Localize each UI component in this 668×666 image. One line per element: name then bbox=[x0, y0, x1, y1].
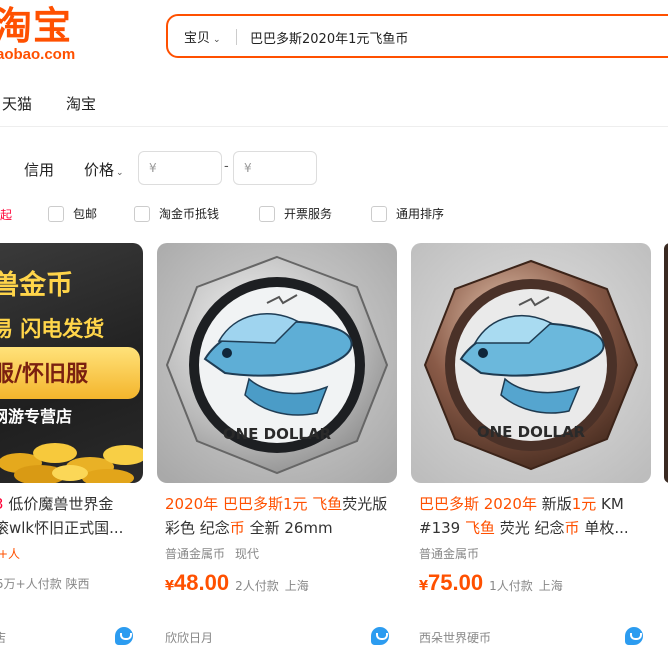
coin-image: ONE DOLLAR bbox=[411, 243, 651, 483]
svg-text:ONE DOLLAR: ONE DOLLAR bbox=[223, 425, 332, 443]
filter-invoice[interactable]: 开票服务 bbox=[259, 205, 332, 222]
price-max-input[interactable]: ¥ bbox=[233, 151, 317, 185]
ad-text: 易 闪电发货 bbox=[0, 317, 105, 341]
title-keyword-highlight: 1元 bbox=[571, 495, 597, 513]
filter-general-sort[interactable]: 通用排序 bbox=[371, 205, 444, 222]
filter-taojinbi[interactable]: 淘金币抵钱 bbox=[134, 205, 219, 222]
wangwang-chat-icon[interactable] bbox=[371, 627, 389, 645]
product-tag: 普通金属币 bbox=[419, 547, 480, 561]
title-text: 单枚... bbox=[579, 519, 629, 537]
title-text: 荧光 纪念 bbox=[494, 519, 565, 537]
title-keyword-highlight: 飞鱼 bbox=[464, 519, 495, 537]
sales-count: 5万+人付款 bbox=[0, 577, 62, 591]
sales-count: 1人付款 bbox=[489, 579, 533, 593]
price-row: ¥48.00 2人付款 上海 bbox=[165, 570, 309, 596]
sales-count: 2人付款 bbox=[235, 579, 279, 593]
product-tag: +人 bbox=[0, 547, 21, 561]
product-image[interactable]: ONE DOLLAR bbox=[157, 243, 397, 483]
product-tags: 普通金属币 bbox=[419, 545, 489, 562]
product-tags: 普通金属币 现代 bbox=[165, 545, 269, 562]
taobao-logo[interactable]: 淘宝 bbox=[0, 4, 72, 48]
product-title[interactable]: 2020年 巴巴多斯1元 飞鱼荧光版 彩色 纪念币 全新 26mm bbox=[165, 492, 395, 540]
product-card[interactable]: ONE DOLLAR 2020年 巴巴多斯1元 飞鱼荧光版 彩色 纪念币 全新 … bbox=[157, 243, 397, 666]
wangwang-chat-icon[interactable] bbox=[625, 627, 643, 645]
tabs-divider bbox=[0, 126, 668, 127]
filter-free-shipping[interactable]: 包邮 bbox=[48, 205, 97, 222]
product-price: 75.00 bbox=[428, 570, 484, 595]
product-card-partial[interactable] bbox=[664, 243, 668, 483]
filter-credit[interactable]: 信用 bbox=[24, 159, 54, 180]
search-input[interactable]: 巴巴多斯2020年1元飞鱼币 bbox=[250, 28, 408, 47]
chevron-down-icon: ⌄ bbox=[213, 35, 221, 45]
product-card[interactable]: ONE DOLLAR 巴巴多斯 2020年 新版1元 KM #139 飞鱼 荧光… bbox=[411, 243, 651, 666]
ad-text: 兽金币 bbox=[0, 270, 73, 301]
taobao-logo-url[interactable]: aobao.com bbox=[0, 46, 75, 64]
title-prefix: 3 bbox=[0, 495, 4, 513]
shop-name[interactable]: 欣欣日月 bbox=[165, 629, 213, 646]
price-row: ¥75.00 1人付款 上海 bbox=[419, 570, 563, 596]
product-price: 48.00 bbox=[174, 570, 230, 595]
product-tag: 普通金属币 bbox=[165, 547, 226, 561]
svg-text:ONE DOLLAR: ONE DOLLAR bbox=[477, 423, 586, 441]
product-title[interactable]: 3 低价魔兽世界金 滚wlk怀旧正式国... bbox=[0, 492, 143, 540]
currency-symbol: ¥ bbox=[165, 579, 175, 594]
filter-price[interactable]: 价格 ⌄ bbox=[84, 159, 124, 180]
tab-taobao[interactable]: 淘宝 bbox=[66, 93, 96, 114]
title-text: 新版 bbox=[536, 495, 572, 513]
ad-text: 服/怀旧服 bbox=[0, 362, 89, 387]
product-tag: 现代 bbox=[235, 547, 260, 561]
title-keyword-highlight: 币 bbox=[564, 519, 580, 537]
checkbox-label: 淘金币抵钱 bbox=[159, 207, 220, 221]
title-line: 低价魔兽世界金 bbox=[8, 495, 114, 513]
checkbox[interactable] bbox=[371, 206, 387, 222]
filter-price-label: 价格 bbox=[84, 161, 115, 179]
title-keyword-highlight: 巴巴多斯 2020年 bbox=[419, 495, 537, 513]
wangwang-chat-icon[interactable] bbox=[115, 627, 133, 645]
title-line: 怀旧正式国... bbox=[34, 519, 124, 537]
shop-name[interactable]: 西朵世界硬币 bbox=[419, 629, 491, 646]
product-meta: 5万+人付款 陕西 bbox=[0, 575, 90, 592]
checkbox-label: 通用排序 bbox=[396, 207, 445, 221]
search-scope-select[interactable]: 宝贝 ⌄ bbox=[184, 27, 221, 46]
checkbox[interactable] bbox=[134, 206, 150, 222]
title-keyword-highlight: 2020年 巴巴多斯1元 飞鱼 bbox=[165, 495, 343, 513]
product-title[interactable]: 巴巴多斯 2020年 新版1元 KM #139 飞鱼 荧光 纪念币 单枚... bbox=[419, 492, 649, 540]
price-min-input[interactable]: ¥ bbox=[138, 151, 222, 185]
title-keyword-highlight: 币 bbox=[229, 519, 245, 537]
location: 上海 bbox=[538, 579, 563, 593]
checkbox-label: 开票服务 bbox=[284, 207, 333, 221]
checkbox-label: 包邮 bbox=[73, 207, 98, 221]
price-range-dash: - bbox=[224, 159, 229, 174]
chevron-down-icon: ⌄ bbox=[116, 168, 124, 178]
product-image[interactable]: ONE DOLLAR bbox=[411, 243, 651, 483]
checkbox[interactable] bbox=[48, 206, 64, 222]
tab-tmall[interactable]: 天猫 bbox=[2, 93, 32, 114]
search-divider bbox=[236, 29, 237, 45]
search-bar[interactable]: 宝贝 ⌄ 巴巴多斯2020年1元飞鱼币 bbox=[166, 14, 668, 58]
shop-name[interactable]: 店 bbox=[0, 629, 6, 646]
coin-image: ONE DOLLAR bbox=[157, 243, 397, 483]
checkbox[interactable] bbox=[259, 206, 275, 222]
sort-option-partial[interactable]: 起 bbox=[0, 206, 12, 223]
gold-coins-icon bbox=[0, 443, 143, 483]
title-text: 全新 26mm bbox=[244, 519, 333, 537]
location: 陕西 bbox=[65, 577, 90, 591]
location: 上海 bbox=[284, 579, 309, 593]
product-image[interactable]: 兽金币 易 闪电发货 服/怀旧服 网游专营店 bbox=[0, 243, 143, 483]
product-card[interactable]: 兽金币 易 闪电发货 服/怀旧服 网游专营店 3 低价魔兽世界金 滚wlk怀旧正… bbox=[0, 243, 143, 666]
title-prefix: 滚wlk bbox=[0, 519, 35, 537]
search-scope-label: 宝贝 bbox=[184, 31, 211, 46]
currency-symbol: ¥ bbox=[419, 579, 429, 594]
